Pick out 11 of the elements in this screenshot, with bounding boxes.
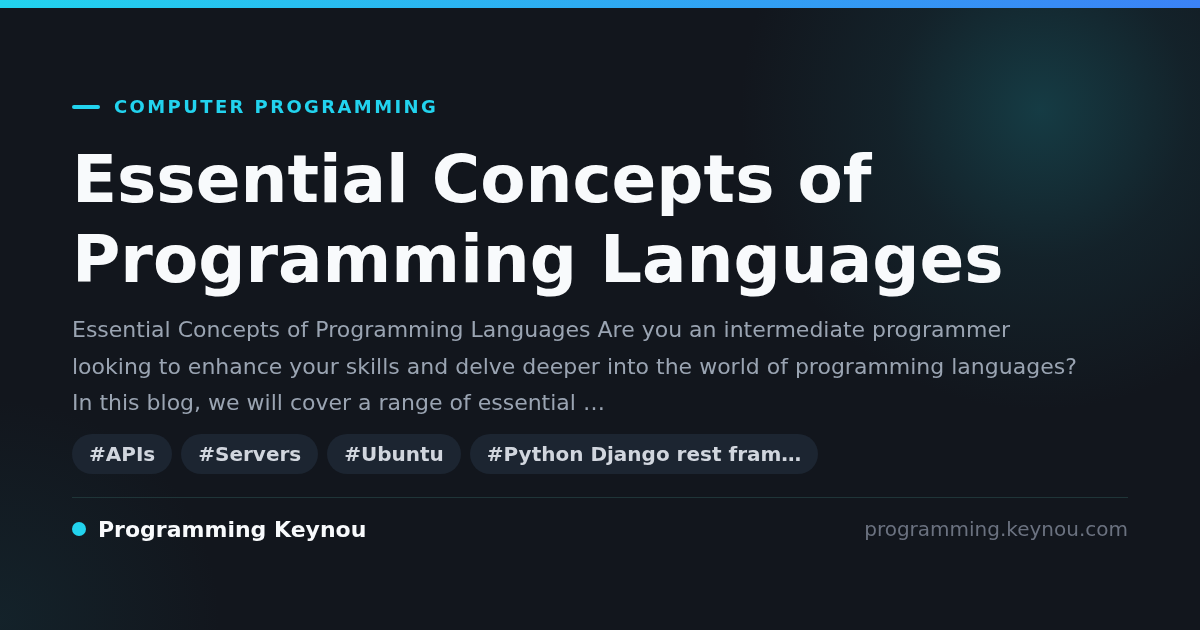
site-name: Programming Keynou <box>98 516 367 542</box>
site-domain: programming.keynou.com <box>864 517 1128 541</box>
category-label: COMPUTER PROGRAMMING <box>114 96 439 118</box>
brand-dot <box>72 522 86 536</box>
tag-chip: #Ubuntu <box>327 433 461 474</box>
tag-chip: #Servers <box>181 433 319 474</box>
article-title: Essential Concepts of Programming Languages <box>72 140 1005 300</box>
kicker-line <box>72 105 100 109</box>
tag-chip: #APIs <box>72 433 173 474</box>
article-description: Essential Concepts of Programming Languages Are you an intermediate programmer looking to enhance your skills and delve deeper into the world of programming languages? In this blog, we will cover a range of essential … <box>72 316 1078 417</box>
tag-chip: #Python Django rest fram… <box>469 433 819 474</box>
